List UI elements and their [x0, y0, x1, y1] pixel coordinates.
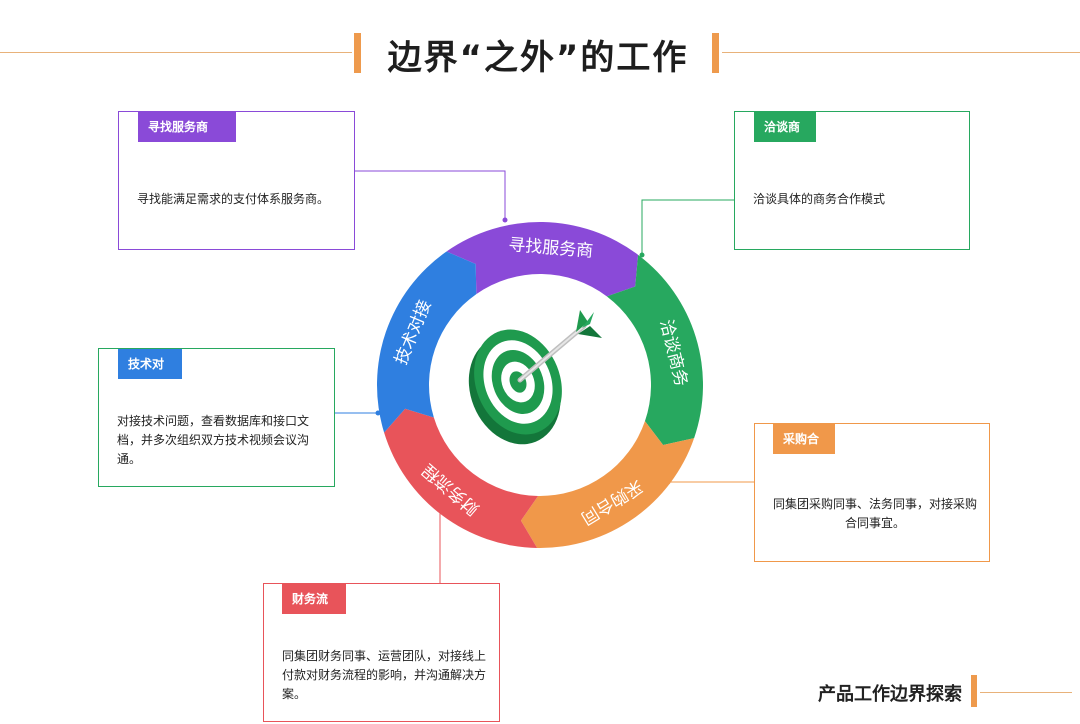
card-contract-tag: 采购合同	[773, 424, 835, 476]
card-negotiation-tag: 洽谈商务	[754, 112, 816, 164]
connector-dot-sourcing	[502, 217, 508, 223]
card-tech-text: 对接技术问题，查看数据库和接口文档，并多次组织双方技术视频会议沟通。	[117, 414, 310, 466]
card-finance-tag: 财务流程	[282, 584, 346, 636]
card-negotiation-text: 洽谈具体的商务合作模式	[753, 192, 886, 206]
target-with-dart-icon	[468, 310, 602, 445]
connector-dot-tech	[375, 410, 381, 416]
footer-bar	[971, 675, 977, 707]
footer-caption: 产品工作边界探索	[818, 684, 962, 705]
ring-segment-4	[376, 251, 477, 433]
card-finance-text: 同集团财务同事、运营团队，对接线上付款对财务流程的影响，并沟通解决方案。	[282, 649, 487, 701]
card-negotiation: 洽谈商务 洽谈具体的商务合作模式	[734, 111, 970, 250]
card-sourcing: 寻找服务商 寻找能满足需求的支付体系服务商。	[118, 111, 355, 250]
card-contract-text: 同集团采购同事、法务同事，对接采购合同事宜。	[772, 497, 977, 530]
card-sourcing-text: 寻找能满足需求的支付体系服务商。	[137, 192, 330, 206]
connector-dot-finance	[437, 507, 443, 513]
connector-dot-negotiation	[639, 252, 645, 258]
card-finance: 财务流程 同集团财务同事、运营团队，对接线上付款对财务流程的影响，并沟通解决方案…	[263, 583, 500, 722]
card-tech-tag: 技术对接	[118, 349, 182, 401]
card-tech: 技术对接 对接技术问题，查看数据库和接口文档，并多次组织双方技术视频会议沟通。	[98, 348, 335, 487]
card-contract: 采购合同 同集团采购同事、法务同事，对接采购合同事宜。	[754, 423, 990, 562]
card-sourcing-tag: 寻找服务商	[138, 112, 236, 142]
connector-negotiation	[641, 199, 734, 255]
connector-sourcing	[355, 170, 506, 220]
connector-dot-contract	[665, 479, 671, 485]
footer-line	[980, 692, 1072, 693]
